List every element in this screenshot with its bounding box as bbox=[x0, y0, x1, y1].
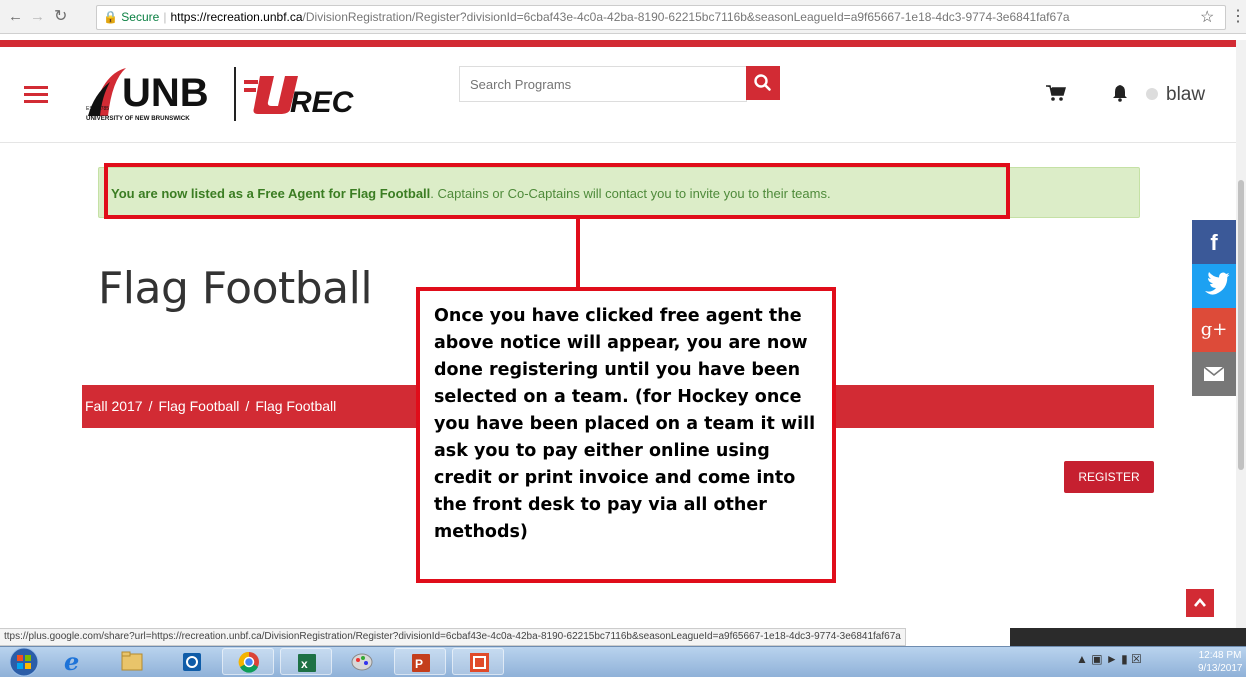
share-twitter-button[interactable] bbox=[1192, 264, 1236, 308]
bell-icon[interactable] bbox=[1112, 84, 1128, 102]
system-tray-icons[interactable]: ▲ ▣ ► ▮ ☒ bbox=[1076, 652, 1142, 666]
chevron-up-icon bbox=[1194, 597, 1206, 607]
back-arrow-icon[interactable]: ← bbox=[8, 9, 23, 25]
breadcrumb-item-league[interactable]: Flag Football bbox=[158, 398, 239, 414]
forward-arrow-icon[interactable]: → bbox=[30, 9, 45, 25]
taskbar-outlook[interactable] bbox=[166, 648, 218, 675]
svg-text:e: e bbox=[64, 648, 79, 675]
lock-icon: 🔒 bbox=[103, 10, 118, 24]
taskbar-file-explorer[interactable] bbox=[106, 648, 158, 675]
scrollbar-thumb[interactable] bbox=[1238, 180, 1244, 470]
logo-est-text: EST. 1785 bbox=[86, 106, 109, 112]
urec-logo[interactable]: REC bbox=[244, 72, 364, 116]
search-icon bbox=[754, 74, 771, 91]
share-email-button[interactable] bbox=[1192, 352, 1236, 396]
taskbar-clock[interactable]: 12:48 PM 9/13/2017 bbox=[1198, 649, 1243, 675]
reload-icon[interactable]: ↻ bbox=[54, 9, 67, 25]
logo-university-text: UNIVERSITY OF NEW BRUNSWICK bbox=[86, 115, 190, 122]
annotation-callout: Once you have clicked free agent the abo… bbox=[416, 287, 836, 583]
clock-date: 9/13/2017 bbox=[1198, 663, 1243, 674]
user-status-indicator bbox=[1146, 88, 1158, 100]
logo-divider bbox=[234, 67, 236, 121]
share-facebook-button[interactable]: f bbox=[1192, 220, 1236, 264]
svg-text:x: x bbox=[301, 657, 308, 671]
googleplus-icon: g+ bbox=[1200, 319, 1228, 340]
breadcrumb-item-division[interactable]: Flag Football bbox=[255, 398, 336, 414]
share-googleplus-button[interactable]: g+ bbox=[1192, 308, 1236, 352]
clock-time: 12:48 PM bbox=[1198, 650, 1242, 661]
taskbar-paint[interactable] bbox=[336, 648, 388, 675]
page-title: Flag Football bbox=[98, 263, 373, 314]
annotation-connector-line bbox=[576, 219, 580, 287]
taskbar-app[interactable] bbox=[452, 648, 504, 675]
twitter-bird-icon bbox=[1205, 272, 1230, 295]
cart-icon[interactable] bbox=[1046, 84, 1066, 102]
taskbar-chrome[interactable] bbox=[222, 648, 274, 675]
unb-logo[interactable]: UNB EST. 1785 UNIVERSITY OF NEW BRUNSWIC… bbox=[84, 64, 230, 124]
urec-logo-text: REC bbox=[290, 86, 355, 116]
windows-start-icon[interactable] bbox=[8, 647, 40, 677]
breadcrumb-separator: / bbox=[148, 398, 153, 414]
taskbar-powerpoint[interactable]: P bbox=[394, 648, 446, 675]
envelope-icon bbox=[1203, 366, 1225, 381]
page-footer-strip bbox=[1010, 628, 1246, 646]
excel-icon: x bbox=[298, 654, 316, 672]
status-bar-url: ttps://plus.google.com/share?url=https:/… bbox=[0, 628, 906, 646]
search-programs-input[interactable] bbox=[459, 66, 747, 102]
url-path: /DivisionRegistration/Register?divisionI… bbox=[302, 10, 1070, 24]
folder-icon bbox=[121, 651, 143, 671]
chrome-icon bbox=[238, 651, 259, 673]
register-button[interactable]: REGISTER bbox=[1064, 461, 1154, 493]
svg-text:P: P bbox=[415, 657, 423, 671]
top-accent-bar bbox=[0, 40, 1236, 47]
hamburger-menu-icon[interactable] bbox=[24, 86, 48, 104]
breadcrumb-item-season[interactable]: Fall 2017 bbox=[85, 398, 143, 414]
secure-label: Secure bbox=[121, 10, 160, 24]
browser-menu-icon[interactable]: ⋮ bbox=[1230, 6, 1246, 26]
paint-palette-icon bbox=[351, 653, 373, 671]
address-bar[interactable]: 🔒 Secure | https://recreation.unbf.ca/Divi… bbox=[96, 5, 1226, 30]
search-button[interactable] bbox=[746, 66, 780, 100]
internet-explorer-icon: e bbox=[64, 647, 79, 676]
back-to-top-button[interactable] bbox=[1186, 589, 1214, 617]
url-host: https://recreation.unbf.ca bbox=[170, 10, 303, 24]
bookmark-star-icon[interactable]: ☆ bbox=[1200, 7, 1214, 27]
breadcrumb-separator: / bbox=[245, 398, 250, 414]
outlook-icon bbox=[183, 653, 201, 671]
unb-logo-text: UNB bbox=[122, 71, 209, 115]
taskbar-internet-explorer[interactable]: e bbox=[46, 647, 98, 676]
taskbar-excel[interactable]: x bbox=[280, 648, 332, 675]
powerpoint-icon: P bbox=[412, 654, 430, 672]
address-separator: | bbox=[163, 10, 167, 24]
facebook-icon: f bbox=[1210, 230, 1218, 255]
user-menu[interactable]: blaw bbox=[1166, 84, 1205, 106]
annotation-highlight-box bbox=[104, 163, 1010, 219]
app-icon bbox=[470, 653, 489, 672]
